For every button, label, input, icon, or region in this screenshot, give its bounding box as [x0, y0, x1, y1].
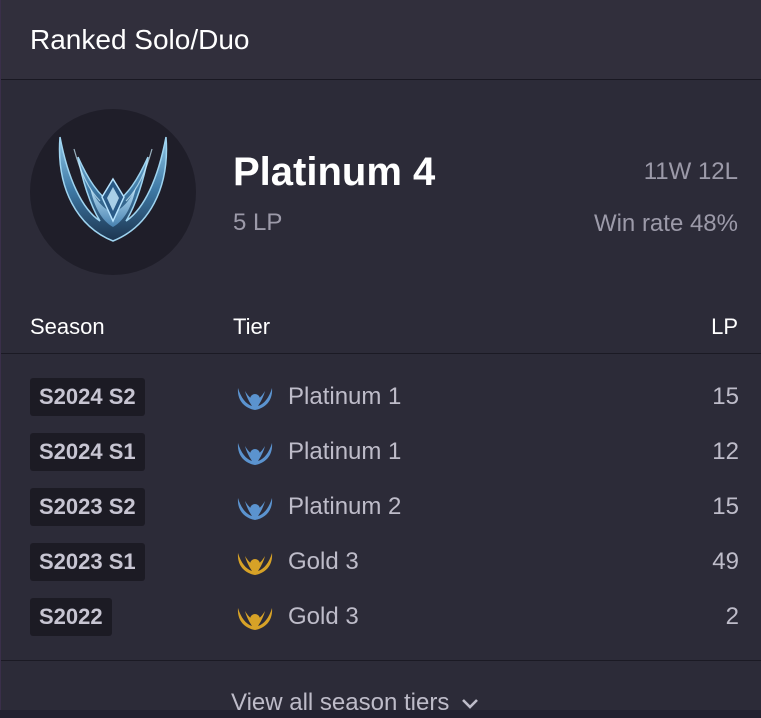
chevron-down-icon	[462, 698, 479, 709]
lp-value: 15	[712, 493, 739, 520]
current-rank: Platinum 4	[233, 150, 436, 194]
view-all-seasons-label: View all season tiers	[231, 689, 450, 716]
season-badge: S2024 S2	[30, 378, 145, 416]
season-badge: S2023 S2	[30, 488, 145, 526]
season-badge: S2024 S1	[30, 433, 145, 471]
column-header-season: Season	[30, 314, 105, 339]
table-row: S2022 Gold 3 2	[1, 595, 761, 639]
panel-title: Ranked Solo/Duo	[30, 24, 250, 55]
panel-header: Ranked Solo/Duo	[1, 0, 761, 80]
column-header-tier: Tier	[233, 314, 271, 339]
table-row: S2024 S2 Platinum 1 15	[1, 375, 761, 419]
ranked-panel: Ranked Solo/Duo Platinum 4 5 LP 11W 12L …	[0, 0, 761, 716]
lp-value: 15	[712, 383, 739, 410]
season-badge: S2023 S1	[30, 543, 145, 581]
current-lp: 5 LP	[233, 209, 283, 236]
platinum-emblem-icon	[58, 136, 168, 242]
table-row: S2023 S1 Gold 3 49	[1, 540, 761, 584]
footer-divider	[1, 660, 761, 661]
lp-value: 12	[712, 438, 739, 465]
platinum-tier-icon	[237, 443, 273, 465]
table-row: S2024 S1 Platinum 1 12	[1, 430, 761, 474]
tier-name: Platinum 1	[288, 383, 402, 410]
lp-value: 49	[712, 548, 739, 575]
platinum-tier-icon	[237, 498, 273, 520]
tier-name: Platinum 2	[288, 493, 402, 520]
win-loss-record: 11W 12L	[643, 158, 738, 185]
lp-value: 2	[725, 603, 739, 630]
tier-name: Platinum 1	[288, 438, 402, 465]
table-divider	[1, 353, 761, 354]
column-header-lp: LP	[711, 314, 738, 339]
tier-name: Gold 3	[288, 548, 359, 575]
gold-tier-icon	[237, 553, 273, 575]
season-badge: S2022	[30, 598, 112, 636]
win-rate: Win rate 48%	[593, 210, 738, 237]
table-row: S2023 S2 Platinum 2 15	[1, 485, 761, 529]
platinum-tier-icon	[237, 388, 273, 410]
rank-emblem	[30, 109, 196, 275]
tier-name: Gold 3	[288, 603, 359, 630]
view-all-seasons-link[interactable]: View all season tiers	[231, 688, 479, 718]
gold-tier-icon	[237, 608, 273, 630]
